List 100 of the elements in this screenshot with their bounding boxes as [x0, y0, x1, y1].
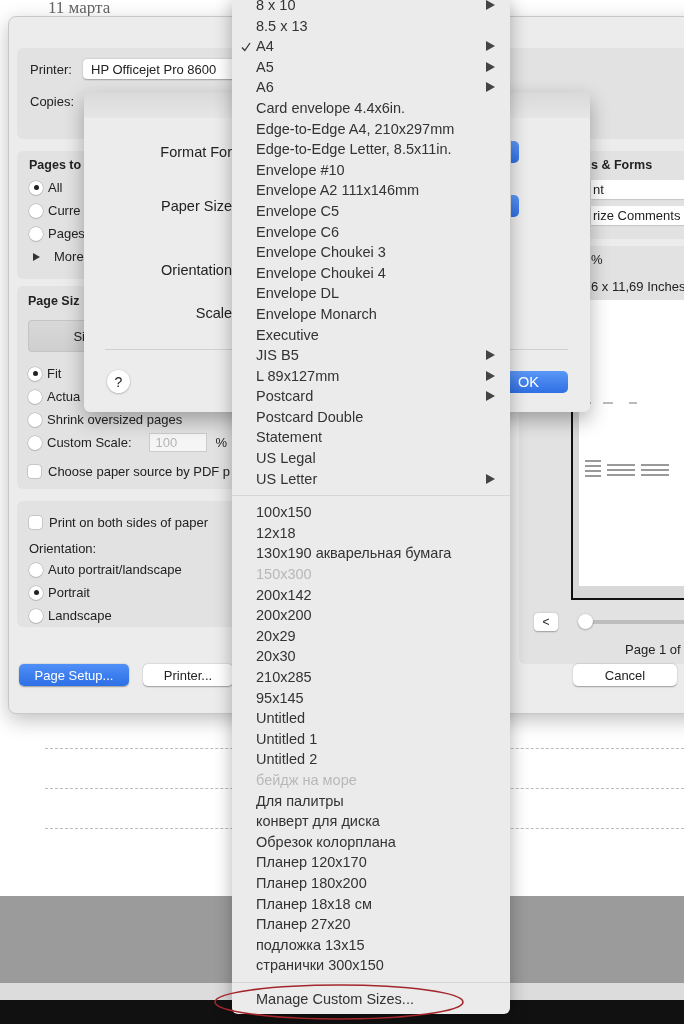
segment-button[interactable]: Si [28, 320, 85, 352]
menu-item[interactable]: Envelope C6 [232, 221, 510, 243]
menu-item[interactable]: Envelope DL [232, 283, 510, 304]
radio-button[interactable] [29, 608, 43, 623]
cancel-button[interactable]: Cancel [573, 664, 677, 686]
menu-item[interactable]: Envelope Choukei 3 [232, 242, 510, 263]
group-title: Pages to [29, 157, 83, 173]
radio-label: Pages [48, 226, 85, 241]
menu-item[interactable]: Планер 18x18 см [232, 893, 510, 915]
menu-item[interactable]: Envelope #10 [232, 159, 510, 181]
percent-label: % [215, 435, 228, 450]
menu-item[interactable]: 210x285 [232, 667, 510, 688]
checkbox[interactable] [28, 465, 41, 478]
radio-button[interactable] [29, 203, 43, 218]
menu-item[interactable]: US Legal [232, 448, 510, 469]
setting-label: Scale [194, 305, 232, 321]
popup-field[interactable]: nt [591, 180, 684, 199]
orientation-label: Orientation: [29, 540, 98, 558]
setting-label: Paper Size [160, 198, 232, 214]
menu-item[interactable]: Планер 180x200 [232, 872, 510, 894]
submenu-arrow-icon [486, 61, 495, 72]
ok-button[interactable]: OK [510, 370, 568, 393]
menu-item[interactable]: Планер 27x20 [232, 914, 510, 935]
setting-label: Format For [159, 144, 232, 160]
checkbox-label: Print on both sides of paper [49, 515, 208, 530]
menu-item[interactable]: 95x145 [232, 687, 510, 709]
submenu-arrow-icon [486, 370, 495, 381]
radio-button[interactable] [29, 585, 43, 600]
radio-label: Curre [48, 203, 81, 218]
menu-item[interactable]: 200x142 [232, 584, 510, 606]
checkmark-icon [241, 42, 251, 53]
menu-item[interactable]: Untitled 2 [232, 749, 510, 770]
menu-item[interactable]: конверт для диска [232, 811, 510, 832]
radio-label: Custom Scale: [47, 435, 132, 450]
radio-label: Auto portrait/landscape [48, 562, 182, 577]
menu-item[interactable]: 12x18 [232, 522, 510, 544]
menu-item[interactable]: 8 x 10 [232, 0, 510, 16]
menu-item[interactable]: Untitled [232, 708, 510, 729]
setting-label: Orientation [160, 262, 232, 278]
scale-percent: % [590, 252, 604, 268]
menu-item[interactable]: A6 [232, 77, 510, 98]
submenu-arrow-icon [486, 82, 495, 93]
menu-item[interactable]: Edge-to-Edge A4, 210x297mm [232, 118, 510, 140]
help-button[interactable]: ? [107, 370, 130, 393]
menu-item[interactable]: Postcard Double [232, 406, 510, 428]
popup-field[interactable]: rize Comments [591, 206, 684, 225]
menu-item[interactable]: A4 [232, 36, 510, 57]
menu-item[interactable]: Обрезок колорплана [232, 831, 510, 853]
menu-item[interactable]: US Letter [232, 468, 510, 490]
copies-label: Copies: [30, 93, 76, 109]
submenu-arrow-icon [486, 41, 495, 52]
slider-thumb[interactable] [578, 614, 593, 629]
radio-button[interactable] [28, 366, 42, 381]
checkbox-label: Choose paper source by PDF p [48, 464, 231, 479]
menu-item[interactable]: подложка 13x15 [232, 934, 510, 956]
radio-label: Portrait [48, 585, 90, 600]
page-number-label: Page 1 of [624, 642, 682, 658]
menu-item[interactable]: L 89x127mm [232, 365, 510, 387]
menu-item[interactable]: Планер 120x170 [232, 852, 510, 873]
menu-item[interactable]: JIS B5 [232, 345, 510, 366]
radio-label: Landscape [48, 608, 112, 623]
radio-label: Fit [47, 366, 62, 381]
menu-item[interactable]: 100x150 [232, 502, 510, 523]
radio-button[interactable] [29, 180, 43, 195]
menu-item[interactable]: Edge-to-Edge Letter, 8.5x11in. [232, 139, 510, 160]
menu-item[interactable]: странички 300x150 [232, 955, 510, 976]
menu-item[interactable]: 8.5 x 13 [232, 15, 510, 37]
menu-item[interactable]: Manage Custom Sizes... [232, 988, 510, 1010]
radio-button[interactable] [28, 412, 42, 427]
menu-item[interactable]: 200x200 [232, 605, 510, 626]
menu-item[interactable]: Envelope Choukei 4 [232, 262, 510, 284]
checkbox[interactable] [29, 516, 42, 529]
printer-label: Printer: [30, 61, 73, 77]
menu-item[interactable]: 130x190 акварельная бумага [232, 543, 510, 565]
menu-item[interactable]: Envelope A2 111x146mm [232, 180, 510, 201]
menu-item[interactable]: Envelope C5 [232, 200, 510, 222]
radio-label: Actua [47, 389, 81, 404]
menu-item[interactable]: Для палитры [232, 790, 510, 812]
group-title: Page Siz [28, 293, 81, 309]
radio-button[interactable] [29, 562, 43, 577]
menu-item[interactable]: Untitled 1 [232, 728, 510, 750]
previous-page-button[interactable]: < [534, 613, 558, 631]
menu-item[interactable]: Postcard [232, 386, 510, 407]
menu-item[interactable]: Statement [232, 427, 510, 449]
radio-button[interactable] [28, 389, 42, 404]
group-title: s & Forms [591, 157, 654, 173]
radio-label: All [48, 180, 63, 195]
menu-item[interactable]: Executive [232, 324, 510, 346]
menu-item[interactable]: Envelope Monarch [232, 303, 510, 325]
disclosure-triangle-icon[interactable] [32, 251, 41, 262]
radio-button[interactable] [29, 226, 43, 241]
document-heading: 11 марта [48, 0, 111, 16]
menu-item[interactable]: 20x30 [232, 646, 510, 667]
radio-button[interactable] [28, 435, 42, 450]
dialog-button[interactable]: Printer... [143, 664, 233, 686]
radio-label: Shrink oversized pages [47, 412, 183, 427]
submenu-arrow-icon [486, 350, 495, 361]
dialog-button[interactable]: Page Setup... [19, 664, 129, 686]
menu-item[interactable]: 20x29 [232, 625, 510, 647]
more-label: More [54, 249, 84, 264]
